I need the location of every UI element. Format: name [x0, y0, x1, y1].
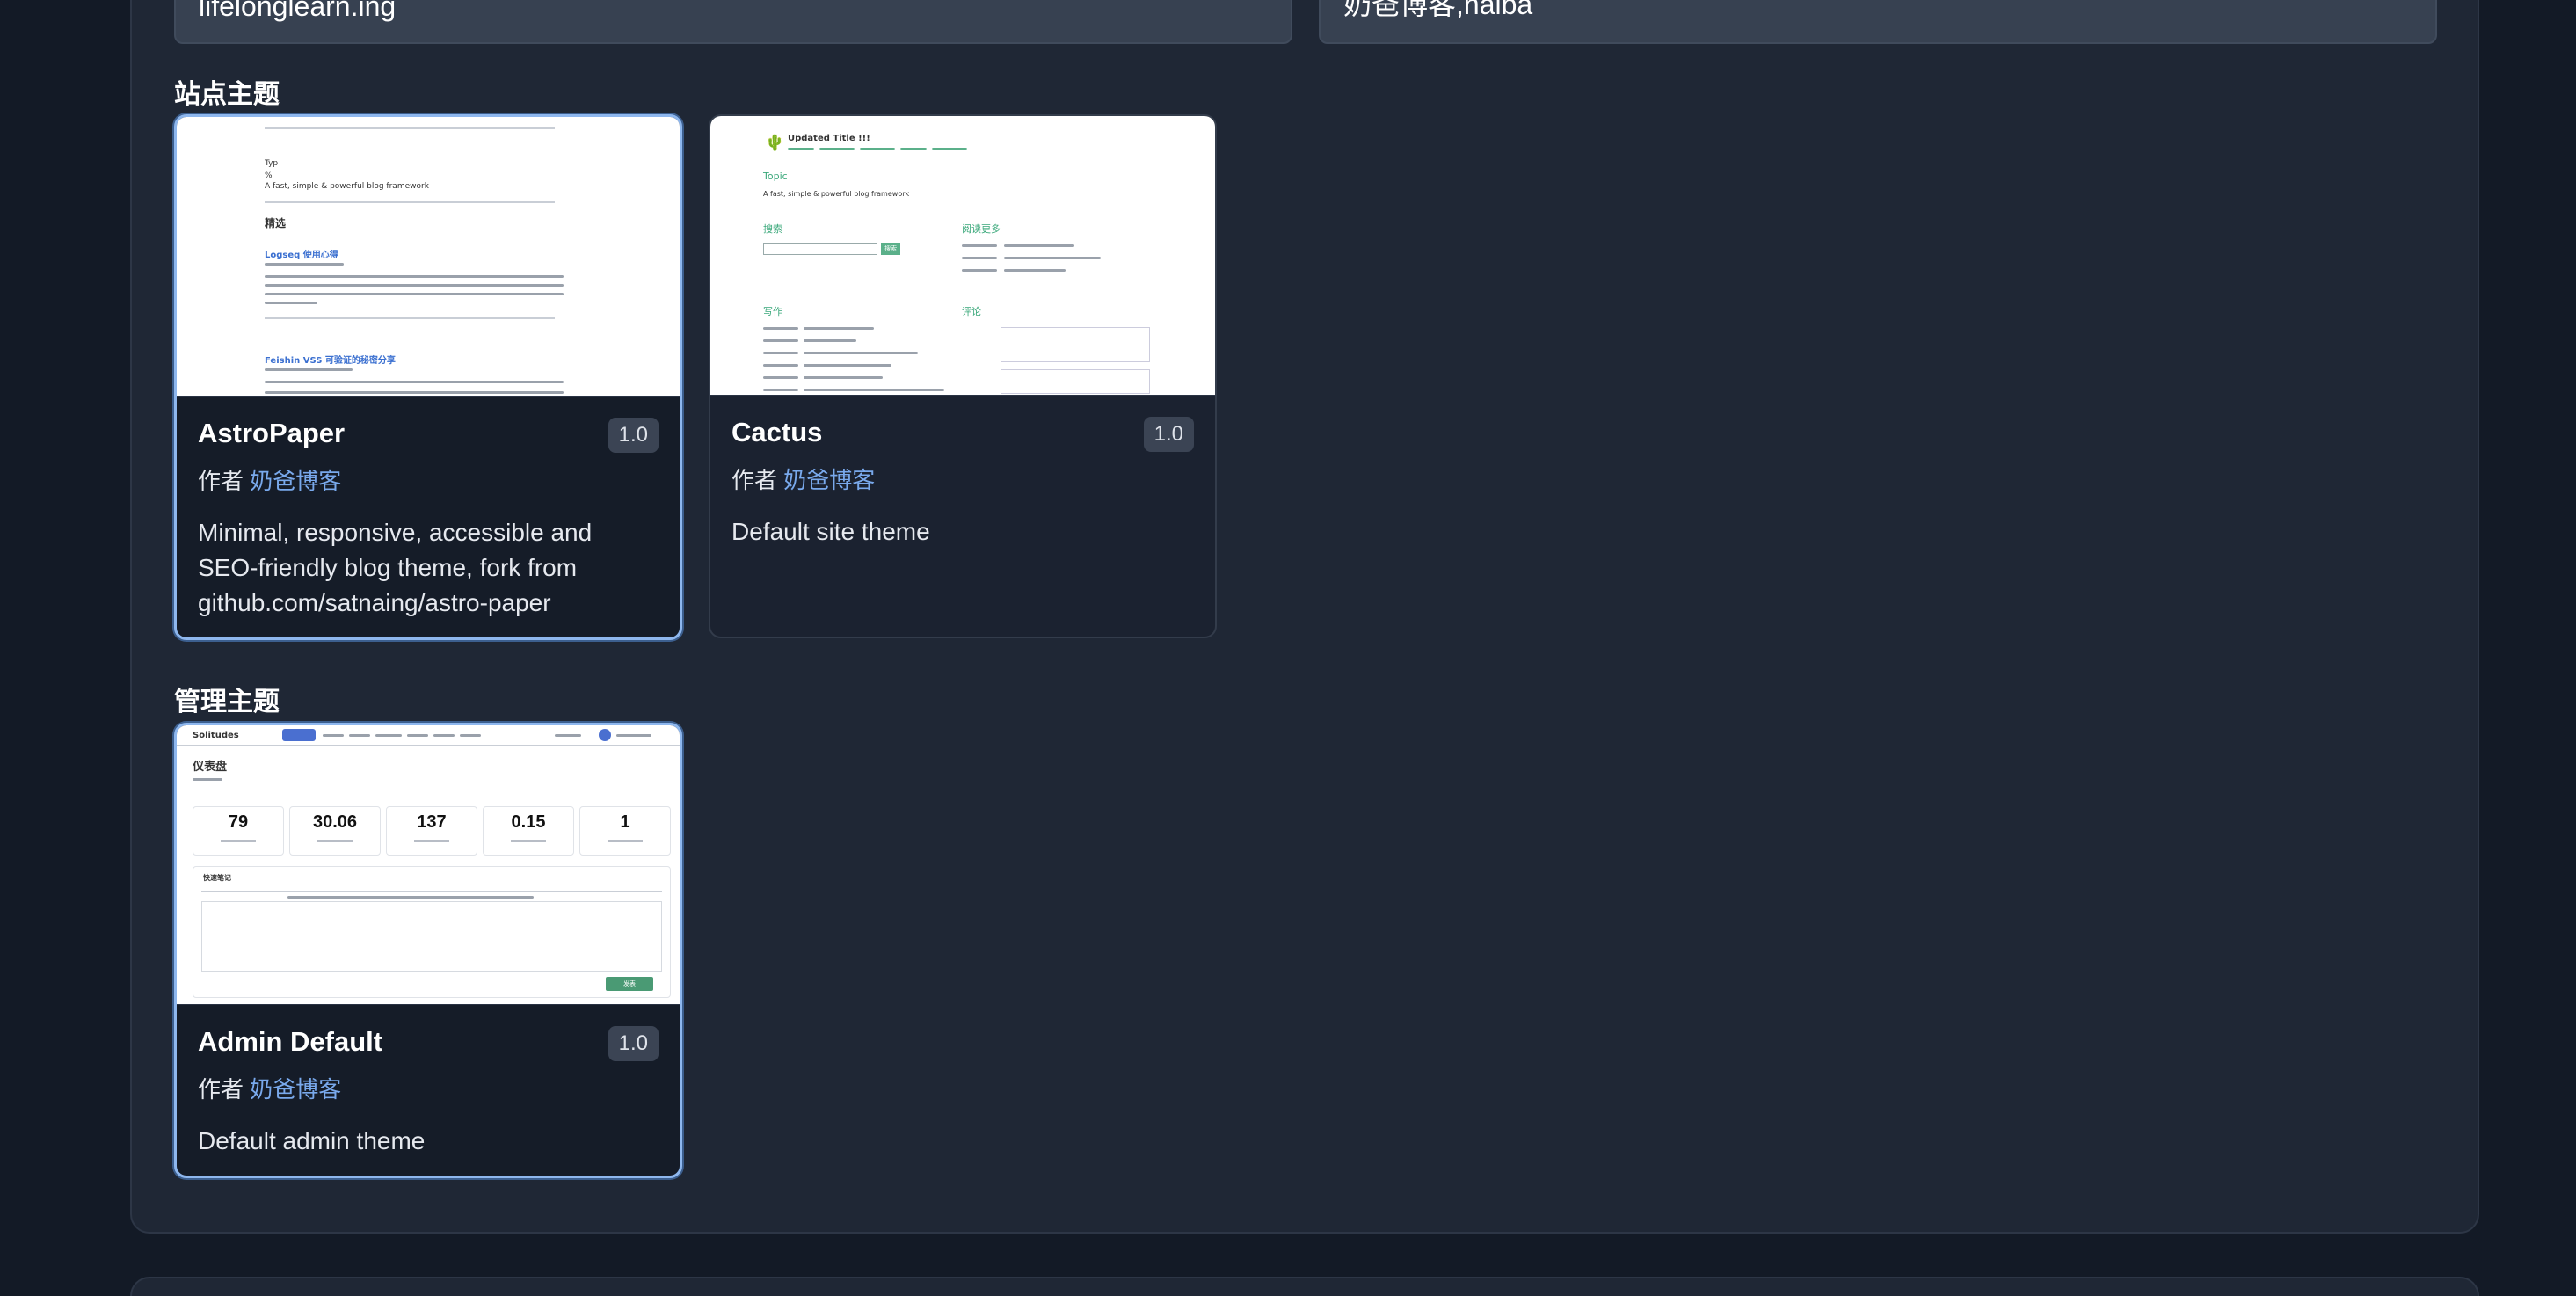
theme-description: Minimal, responsive, accessible and SEO-… — [198, 519, 593, 616]
stat-box: 137 — [386, 806, 477, 856]
preview-dashboard-title: 仪表盘 — [193, 761, 228, 774]
theme-author: 作者 奶爸博客 — [198, 1072, 659, 1104]
preview-publish-button: 发表 — [606, 977, 653, 991]
admin-theme-heading: 管理主题 — [174, 688, 280, 717]
version-badge: 1.0 — [608, 1026, 659, 1061]
site-theme-heading: 站点主题 — [174, 80, 280, 109]
theme-card-admin-default[interactable]: Solitudes 仪表盘 79 30.06 137 0.15 1 快速笔记 发… — [174, 723, 682, 1178]
theme-description: Default admin theme — [198, 1127, 426, 1154]
preview-post1-title: Logseq 使用心得 — [265, 251, 338, 260]
author-prefix: 作者 — [198, 468, 244, 494]
theme-card-cactus[interactable]: 🌵 Updated Title !!! Topic A fast, simple… — [709, 114, 1217, 638]
stat-box: 79 — [193, 806, 284, 856]
author-prefix: 作者 — [731, 467, 778, 493]
preview-title: Updated Title !!! — [788, 134, 870, 143]
theme-preview-cactus: 🌵 Updated Title !!! Topic A fast, simple… — [710, 116, 1215, 396]
preview-search-button: 搜索 — [881, 243, 900, 255]
theme-preview-astropaper: Typ % A fast, simple & powerful blog fra… — [177, 117, 680, 397]
author-value: 奶爸博客,naiba — [1343, 0, 1533, 20]
author-input[interactable]: 奶爸博客,naiba — [1319, 0, 2437, 44]
theme-name: Cactus — [731, 417, 823, 448]
author-prefix: 作者 — [198, 1076, 244, 1103]
preview-search-label: 搜索 — [763, 223, 782, 235]
theme-preview-admin: Solitudes 仪表盘 79 30.06 137 0.15 1 快速笔记 发… — [177, 725, 680, 1005]
preview-writing: 写作 — [763, 306, 782, 317]
preview-top-text: Typ — [265, 159, 279, 168]
preview-brand: Solitudes — [193, 731, 239, 740]
stat-box: 1 — [579, 806, 671, 856]
version-badge: 1.0 — [608, 418, 659, 453]
author-link[interactable]: 奶爸博客 — [250, 1076, 341, 1103]
theme-description: Default site theme — [731, 518, 930, 545]
author-link[interactable]: 奶爸博客 — [783, 467, 875, 493]
preview-comments: 评论 — [962, 306, 981, 317]
theme-name: Admin Default — [198, 1026, 383, 1057]
theme-author: 作者 奶爸博客 — [198, 463, 659, 496]
version-badge: 1.0 — [1143, 417, 1194, 452]
theme-name: AstroPaper — [198, 418, 346, 448]
preview-post2-title: Feishin VSS 可验证的秘密分享 — [265, 356, 396, 366]
next-settings-panel — [130, 1277, 2479, 1296]
preview-read-more: 阅读更多 — [962, 223, 1001, 235]
site-url-value: lifelonglearn.ing — [199, 0, 397, 22]
author-link[interactable]: 奶爸博客 — [250, 468, 341, 494]
preview-topic: Topic — [763, 171, 788, 182]
preview-tagline: A fast, simple & powerful blog framework — [265, 182, 429, 191]
theme-author: 作者 奶爸博客 — [731, 462, 1194, 495]
preview-quick-note: 快速笔记 — [203, 874, 231, 882]
preview-heading: 精选 — [265, 217, 287, 229]
stat-box: 30.06 — [289, 806, 381, 856]
theme-card-astropaper[interactable]: Typ % A fast, simple & powerful blog fra… — [174, 114, 682, 640]
site-url-input[interactable]: lifelonglearn.ing — [174, 0, 1292, 44]
stat-box: 0.15 — [483, 806, 574, 856]
preview-tagline: A fast, simple & powerful blog framework — [763, 190, 910, 198]
cactus-logo-icon: 🌵 — [765, 134, 785, 152]
